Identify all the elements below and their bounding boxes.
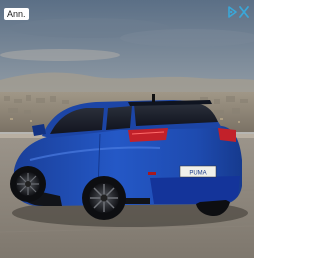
plate-text: PUMA [189,171,206,177]
ad-frame: PUMA Ann. [0,0,254,258]
adchoices-icon[interactable] [226,5,250,19]
ad-creative-image[interactable]: PUMA [0,0,254,258]
ad-label: Ann. [4,8,29,20]
